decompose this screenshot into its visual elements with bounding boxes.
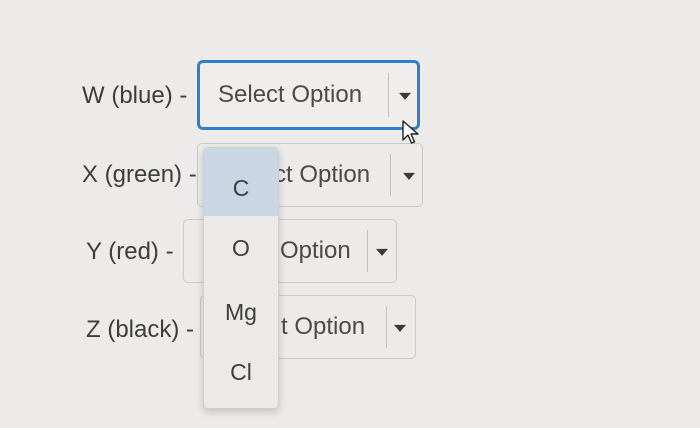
select-x-value: ct Option <box>274 161 371 188</box>
chevron-down-icon[interactable] <box>394 324 406 332</box>
select-y-value: Option <box>280 237 351 264</box>
dropdown-option-c[interactable]: C <box>204 148 278 216</box>
dropdown-option-o[interactable]: O <box>204 230 278 266</box>
select-divider <box>386 306 387 348</box>
row-label-w: W (blue) - <box>82 82 188 109</box>
mouse-cursor-icon <box>402 120 419 144</box>
select-divider <box>388 73 389 117</box>
row-label-z: Z (black) - <box>86 316 194 343</box>
dropdown-option-mg[interactable]: Mg <box>204 294 278 330</box>
row-label-y: Y (red) - <box>86 238 174 265</box>
chevron-down-icon[interactable] <box>399 92 411 100</box>
select-w[interactable]: Select Option <box>197 60 420 130</box>
chevron-down-icon[interactable] <box>376 248 388 256</box>
dropdown-menu: C O Mg Cl <box>203 147 279 409</box>
dropdown-option-cl[interactable]: Cl <box>204 354 278 390</box>
row-label-x: X (green) - <box>82 161 197 188</box>
select-divider <box>390 154 391 196</box>
select-w-value: Select Option <box>218 81 363 108</box>
select-divider <box>367 230 368 272</box>
chevron-down-icon[interactable] <box>403 172 415 180</box>
select-z-value: t Option <box>281 313 366 340</box>
